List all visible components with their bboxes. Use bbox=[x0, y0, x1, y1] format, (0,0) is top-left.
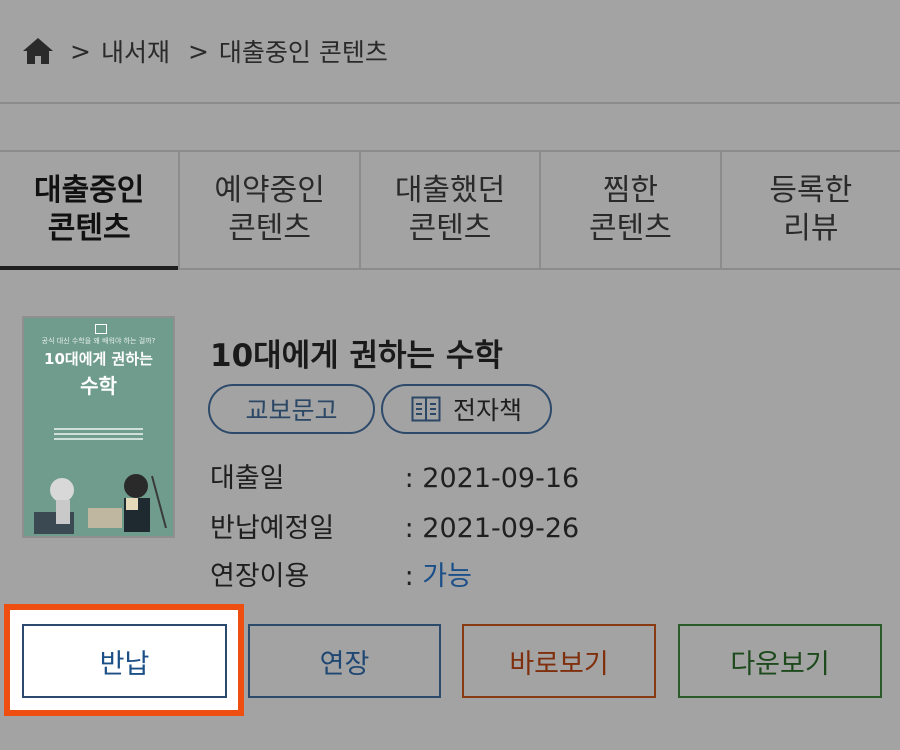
book-cover[interactable]: 공식 대신 수학을 왜 배워야 하는 걸까? 10대에게 권하는 수학 bbox=[22, 316, 175, 538]
info-colon: : bbox=[404, 463, 414, 494]
open-book-icon bbox=[411, 396, 441, 422]
breadcrumb-item-current: 대출중인 콘텐츠 bbox=[218, 38, 388, 67]
tab-label: 콘텐츠 bbox=[47, 211, 131, 246]
download-button[interactable]: 다운보기 bbox=[678, 624, 882, 698]
book-title[interactable]: 10대에게 권하는 수학 bbox=[210, 330, 503, 375]
tab-borrowed[interactable]: 대출중인 콘텐츠 bbox=[0, 152, 181, 270]
tab-label: 콘텐츠 bbox=[408, 211, 492, 246]
cover-subtitle: 공식 대신 수학을 왜 배워야 하는 걸까? bbox=[41, 337, 156, 345]
info-label: 연장이용 bbox=[210, 561, 310, 592]
tab-history[interactable]: 대출했던 콘텐츠 bbox=[361, 152, 542, 268]
breadcrumb-item-my-library[interactable]: 내서재 bbox=[101, 33, 170, 69]
cover-blurb-lines bbox=[54, 428, 143, 442]
loan-date-row: 대출일 : 2021-09-16 bbox=[210, 456, 579, 496]
breadcrumb-separator: > bbox=[187, 36, 209, 66]
extension-row: 연장이용 : 가능 bbox=[210, 554, 472, 594]
tab-wishlist[interactable]: 찜한 콘텐츠 bbox=[541, 152, 722, 268]
content-type-label: 전자책 bbox=[452, 396, 522, 425]
publisher-logo-icon bbox=[95, 324, 107, 334]
cover-illustration bbox=[34, 474, 167, 534]
return-button[interactable]: 반납 bbox=[22, 624, 227, 698]
extend-button[interactable]: 연장 bbox=[248, 624, 441, 698]
tab-label: 대출했던 bbox=[394, 173, 506, 208]
tab-reviews[interactable]: 등록한 리뷰 bbox=[722, 152, 900, 268]
tab-reserved[interactable]: 예약중인 콘텐츠 bbox=[180, 152, 361, 268]
tab-label: 콘텐츠 bbox=[228, 211, 312, 246]
extension-status-value: 가능 bbox=[422, 561, 472, 592]
tab-label: 대출중인 bbox=[34, 173, 145, 208]
info-label: 대출일 bbox=[210, 463, 285, 494]
publisher-badge: 교보문고 bbox=[208, 384, 375, 434]
breadcrumb: > 내서재 > 대출중인 콘텐츠 bbox=[0, 0, 900, 104]
tab-label: 등록한 bbox=[769, 173, 853, 208]
due-date-value: 2021-09-26 bbox=[422, 513, 580, 544]
breadcrumb-separator: > bbox=[70, 36, 91, 66]
tab-label: 리뷰 bbox=[783, 211, 839, 246]
cover-title: 수학 bbox=[80, 374, 117, 398]
home-icon[interactable] bbox=[22, 36, 54, 66]
content-type-badge: 전자책 bbox=[381, 384, 552, 434]
cover-title: 10대에게 권하는 bbox=[44, 350, 153, 368]
tab-label: 콘텐츠 bbox=[589, 211, 672, 246]
tab-label: 찜한 bbox=[602, 173, 659, 208]
info-colon: : bbox=[404, 513, 414, 544]
tab-bar: 대출중인 콘텐츠 예약중인 콘텐츠 대출했던 콘텐츠 찜한 콘텐츠 등록한 리뷰 bbox=[0, 150, 900, 270]
tab-label: 예약중인 bbox=[214, 173, 325, 208]
loan-date-value: 2021-09-16 bbox=[422, 463, 580, 494]
info-colon: : bbox=[404, 561, 414, 592]
info-label: 반납예정일 bbox=[210, 513, 335, 544]
due-date-row: 반납예정일 : 2021-09-26 bbox=[210, 506, 579, 546]
read-now-button[interactable]: 바로보기 bbox=[462, 624, 656, 698]
